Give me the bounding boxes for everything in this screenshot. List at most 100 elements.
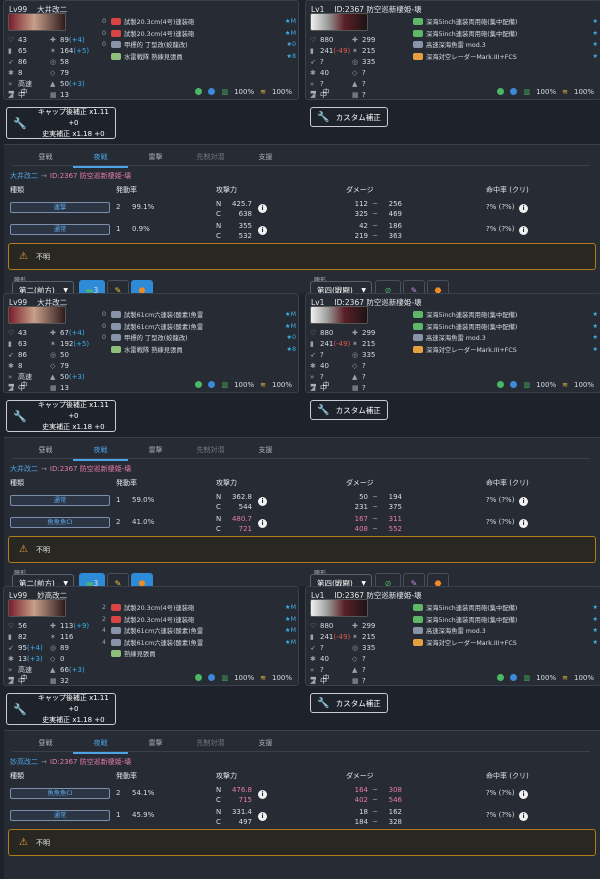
- ship-portrait[interactable]: [310, 599, 368, 617]
- attack-type-button[interactable]: 魚魚魚CI: [10, 788, 110, 799]
- enemy-flare-toggle[interactable]: ⬣: [427, 573, 449, 586]
- equipment-row[interactable]: 0 試製20.3cm(4号)連装砲 ★M: [96, 16, 296, 28]
- flare-toggle[interactable]: ⬣: [131, 280, 153, 293]
- damage-normal: 50 ~194: [346, 492, 426, 502]
- custom-correction-button[interactable]: 🔧 カスタム補正: [310, 693, 388, 713]
- enemy-formation-select[interactable]: 第四(戦闘) ▼: [310, 574, 372, 586]
- equipment-row[interactable]: 深海5inch連装両用砲(集中配備) ★: [398, 16, 598, 28]
- attack-type-button[interactable]: 魚魚魚CI: [10, 517, 110, 528]
- attacker-name[interactable]: 大井改二: [10, 172, 38, 180]
- equipment-row[interactable]: 深海対空レーダーMark.III+FCS ★: [398, 637, 598, 649]
- ship-portrait[interactable]: [8, 13, 66, 31]
- fuel-icon: ▥: [523, 87, 531, 96]
- heart-icon: ▬: [8, 87, 15, 96]
- stat-icon-2: ✶: [50, 46, 56, 55]
- flare-toggle[interactable]: ⬣: [131, 573, 153, 586]
- ship-portrait[interactable]: [310, 13, 368, 31]
- friend-formation-select[interactable]: 第二(前方) ▼: [12, 574, 74, 586]
- info-icon[interactable]: i: [519, 226, 528, 235]
- equipment-slot-count: 0: [101, 41, 106, 49]
- ship-footer: ▬ 中 ▥ 100% ≋ 100%: [8, 379, 292, 390]
- equipment-row[interactable]: 深海5inch連装両用砲(集中配備) ★: [398, 614, 598, 626]
- info-icon[interactable]: i: [519, 519, 528, 528]
- equipment-row[interactable]: 熟練見張員: [96, 648, 296, 660]
- info-icon[interactable]: i: [519, 497, 528, 506]
- equipment-row[interactable]: 0 試製20.3cm(4号)連装砲 ★M: [96, 28, 296, 40]
- attack-type-button[interactable]: 連撃: [10, 202, 110, 213]
- equipment-row[interactable]: 4 試製61cm六連装(酸素)魚雷 ★M: [96, 637, 296, 649]
- equipment-slot-count: 0: [101, 18, 106, 26]
- info-icon[interactable]: i: [519, 204, 528, 213]
- ship-portrait[interactable]: [8, 599, 66, 617]
- equipment-icon: [413, 604, 423, 612]
- label-c: C: [216, 232, 221, 240]
- custom-correction-button[interactable]: 🔧 カスタム補正: [310, 107, 388, 127]
- info-icon[interactable]: i: [258, 204, 267, 213]
- activation-rate: 59.0%: [132, 496, 155, 504]
- equipment-row[interactable]: 0 甲標的 丁型改(蛟龍改) ★0: [96, 39, 296, 51]
- stat-a-mod: (-49): [333, 339, 351, 348]
- stat-row: ✱ 13(+3) ◇ 0: [8, 653, 98, 664]
- info-icon[interactable]: i: [258, 519, 267, 528]
- attacker-name[interactable]: 大井改二: [10, 465, 38, 473]
- cap-correction-button[interactable]: 🔧 キャップ後補正 x1.11 +0 史実補正 x1.18 +0: [6, 693, 116, 725]
- equipment-row[interactable]: 水雷戦隊 熟練見張員 ★8: [96, 344, 296, 356]
- stat-b: 215: [362, 632, 376, 641]
- friend-formation-select[interactable]: 第二(前方) ▼: [12, 281, 74, 293]
- equipment-row[interactable]: 0 甲標的 丁型改(蛟龍改) ★0: [96, 332, 296, 344]
- defender-name[interactable]: ID:2367 防空巡新棲姫-壊: [50, 758, 131, 766]
- enemy-flare-toggle[interactable]: ⬣: [427, 280, 449, 293]
- searchlight-toggle[interactable]: ✎: [107, 280, 129, 293]
- stat-icon-2: ◇: [50, 361, 56, 370]
- equipment-row[interactable]: 高速深海魚雷 mod.3 ★: [398, 39, 598, 51]
- equipment-row[interactable]: 深海対空レーダーMark.III+FCS ★: [398, 51, 598, 63]
- equipment-row[interactable]: 水雷戦隊 熟練見張員 ★8: [96, 51, 296, 63]
- defender-name[interactable]: ID:2367 防空巡新棲姫-壊: [50, 465, 131, 473]
- calc-block: Lv99 大井改二 ♡ 43 ✚ 67(+4) ▮ 63 ✶ 192(+5) ➶ 86 ◎ 50 ✱ 8 ◇ 79…: [0, 293, 600, 586]
- damage-crit-min: 231: [354, 503, 368, 511]
- equipment-row[interactable]: 0 試製61cm六連装(酸素)魚雷 ★M: [96, 309, 296, 321]
- fleet-toggle[interactable]: ▬ 3: [79, 573, 105, 586]
- equipment-row[interactable]: 深海5inch連装両用砲(集中配備) ★: [398, 309, 598, 321]
- defender-name[interactable]: ID:2367 防空巡新棲姫-壊: [50, 172, 131, 180]
- equipment-row[interactable]: 高速深海魚雷 mod.3 ★: [398, 332, 598, 344]
- enemy-fleet-toggle[interactable]: ⊘: [375, 280, 401, 293]
- info-icon[interactable]: i: [258, 226, 267, 235]
- equipment-row[interactable]: 2 試製20.3cm(4号)連装砲 ★M: [96, 602, 296, 614]
- label-n: N: [216, 786, 222, 794]
- attack-type-button[interactable]: 通常: [10, 495, 110, 506]
- info-icon[interactable]: i: [258, 497, 267, 506]
- info-icon[interactable]: i: [519, 812, 528, 821]
- info-icon[interactable]: i: [258, 790, 267, 799]
- ship-portrait[interactable]: [8, 306, 66, 324]
- enemy-formation-select[interactable]: 第四(戦闘) ▼: [310, 281, 372, 293]
- equipment-row[interactable]: 深海5inch連装両用砲(集中配備) ★: [398, 602, 598, 614]
- cap-correction-button[interactable]: 🔧 キャップ後補正 x1.11 +0 史実補正 x1.18 +0: [6, 400, 116, 432]
- improvement-mark: ★M: [284, 18, 296, 26]
- stat-icon-2: ✚: [50, 621, 56, 630]
- equipment-name: 水雷戦隊 熟練見張員: [124, 346, 183, 354]
- custom-correction-button[interactable]: 🔧 カスタム補正: [310, 400, 388, 420]
- enemy-fleet-toggle[interactable]: ⊘: [375, 573, 401, 586]
- attacker-name[interactable]: 妙高改二: [10, 758, 38, 766]
- ship-portrait[interactable]: [310, 306, 368, 324]
- equipment-row[interactable]: 2 試製20.3cm(4号)連装砲 ★M: [96, 614, 296, 626]
- equipment-row[interactable]: 0 試製61cm六連装(酸素)魚雷 ★M: [96, 321, 296, 333]
- attack-type-button[interactable]: 通常: [10, 224, 110, 235]
- cap-correction-button[interactable]: 🔧 キャップ後補正 x1.11 +0 史実補正 x1.18 +0: [6, 107, 116, 139]
- info-icon[interactable]: i: [519, 790, 528, 799]
- equipment-row[interactable]: 4 試製61cm六連装(酸素)魚雷 ★M: [96, 625, 296, 637]
- equipment-row[interactable]: 深海対空レーダーMark.III+FCS ★: [398, 344, 598, 356]
- stat-a-mod: (-49): [333, 46, 351, 55]
- stat-icon-2: ✶: [50, 339, 56, 348]
- enemy-searchlight-toggle[interactable]: ✎: [403, 280, 425, 293]
- equipment-row[interactable]: 高速深海魚雷 mod.3 ★: [398, 625, 598, 637]
- fleet-toggle[interactable]: ▬ 3: [79, 280, 105, 293]
- searchlight-toggle[interactable]: ✎: [107, 573, 129, 586]
- info-icon[interactable]: i: [258, 812, 267, 821]
- attack-type-button[interactable]: 通常: [10, 810, 110, 821]
- enemy-searchlight-toggle[interactable]: ✎: [403, 573, 425, 586]
- equipment-row[interactable]: 深海5inch連装両用砲(集中配備) ★: [398, 28, 598, 40]
- equipment-icon: [413, 638, 423, 646]
- equipment-row[interactable]: 深海5inch連装両用砲(集中配備) ★: [398, 321, 598, 333]
